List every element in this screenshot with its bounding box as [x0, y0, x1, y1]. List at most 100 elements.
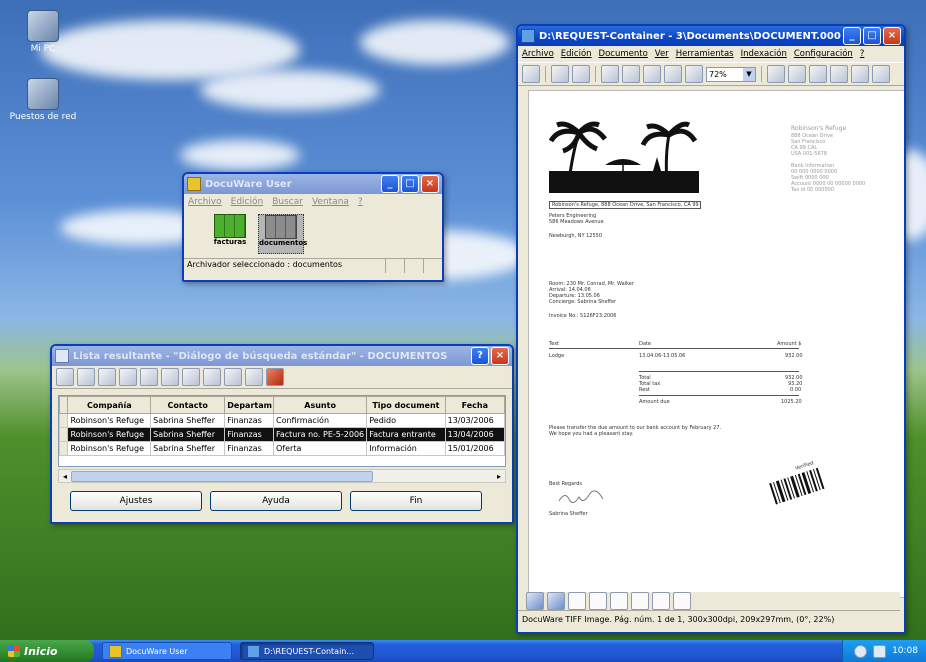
column-header[interactable]: Asunto	[272, 396, 368, 414]
menubar: Archivo Edición Documento Ver Herramient…	[518, 46, 904, 62]
column-header[interactable]: Contacto	[150, 396, 226, 414]
minimize-button[interactable]: _	[843, 27, 861, 45]
row-selector[interactable]	[58, 441, 69, 456]
fit-width-icon[interactable]	[664, 65, 682, 83]
column-header[interactable]: Tipo document	[366, 396, 446, 414]
pencil-icon[interactable]	[119, 368, 137, 386]
close-button[interactable]: ×	[491, 347, 509, 365]
menu-archivo[interactable]: Archivo	[522, 49, 554, 59]
zoom-in-icon[interactable]	[601, 65, 619, 83]
export-icon[interactable]	[140, 368, 158, 386]
print-icon[interactable]	[872, 65, 890, 83]
print-icon[interactable]	[98, 368, 116, 386]
rotate-left-icon[interactable]	[767, 65, 785, 83]
fit-page-icon[interactable]	[643, 65, 661, 83]
menu-documento[interactable]: Documento	[599, 49, 648, 59]
cell: Sabrina Sheffer	[150, 427, 226, 442]
page-icon[interactable]	[568, 592, 586, 610]
maximize-button[interactable]: □	[863, 27, 881, 45]
row-selector[interactable]	[58, 413, 69, 428]
rotate-right-icon[interactable]	[788, 65, 806, 83]
document-page[interactable]: Robinson's Refuge, 888 Ocean Drive, San …	[528, 90, 904, 598]
letterhead-line: USA 001-5678	[791, 151, 828, 157]
menu-buscar[interactable]: Buscar	[272, 197, 303, 207]
scroll-thumb[interactable]	[71, 470, 373, 482]
close-button[interactable]: ×	[421, 175, 439, 193]
open-folder-icon[interactable]	[522, 65, 540, 83]
row-selector[interactable]	[58, 427, 69, 442]
edit-index-icon[interactable]	[161, 368, 179, 386]
column-header[interactable]: Compañía	[67, 396, 152, 414]
menu-ver[interactable]: Ver	[655, 49, 669, 59]
page-icon[interactable]	[610, 592, 628, 610]
last-icon[interactable]	[224, 368, 242, 386]
settings-button[interactable]: Ajustes	[70, 491, 202, 511]
cell: Oferta	[272, 441, 368, 456]
zoom-select[interactable]: 72% ▼	[706, 66, 756, 82]
desktop-icon-my-computer[interactable]: Mi PC	[8, 10, 78, 54]
view-document-icon[interactable]	[77, 368, 95, 386]
chevron-down-icon[interactable]: ▼	[743, 67, 755, 81]
page-icon[interactable]	[673, 592, 691, 610]
table-row-text: Lodge	[549, 353, 565, 359]
page-icon[interactable]	[589, 592, 607, 610]
menu-help[interactable]: ?	[358, 197, 363, 207]
table-row[interactable]: Robinson's Refuge Sabrina Sheffer Finanz…	[58, 441, 506, 456]
info-icon[interactable]	[182, 368, 200, 386]
scroll-right-icon[interactable]: ▸	[493, 472, 505, 481]
start-button[interactable]: Inicio	[0, 640, 94, 662]
first-icon[interactable]	[203, 368, 221, 386]
menu-indexacion[interactable]: Indexación	[741, 49, 787, 59]
help-button[interactable]: Ayuda	[210, 491, 342, 511]
table-row-selected[interactable]: Robinson's Refuge Sabrina Sheffer Finanz…	[58, 427, 506, 442]
first-page-icon[interactable]	[526, 592, 544, 610]
clock[interactable]: 10:08	[892, 646, 918, 656]
menu-configuracion[interactable]: Configuración	[794, 49, 853, 59]
page-icon[interactable]	[631, 592, 649, 610]
menu-ventana[interactable]: Ventana	[312, 197, 349, 207]
menu-help[interactable]: ?	[860, 49, 865, 59]
menu-edicion[interactable]: Edición	[561, 49, 592, 59]
page-icon[interactable]	[652, 592, 670, 610]
column-header[interactable]: Fecha	[444, 396, 506, 414]
menu-herramientas[interactable]: Herramientas	[676, 49, 734, 59]
titlebar[interactable]: DocuWare User _ □ ×	[184, 174, 442, 194]
minimize-button[interactable]: _	[381, 175, 399, 193]
menu-edicion[interactable]: Edición	[231, 197, 264, 207]
maximize-button[interactable]: □	[401, 175, 419, 193]
task-docuware-user[interactable]: DocuWare User	[102, 642, 232, 660]
cabinet-facturas[interactable]: facturas	[208, 214, 252, 254]
network-tray-icon[interactable]	[873, 644, 887, 658]
menu-archivo[interactable]: Archivo	[188, 197, 222, 207]
help-button[interactable]: ?	[471, 347, 489, 365]
delete-icon[interactable]	[266, 368, 284, 386]
signature	[558, 490, 604, 503]
cell: Pedido	[366, 413, 446, 428]
annotation-icon[interactable]	[551, 65, 569, 83]
table-row[interactable]: Robinson's Refuge Sabrina Sheffer Finanz…	[58, 413, 506, 428]
properties-icon[interactable]	[851, 65, 869, 83]
end-button[interactable]: Fin	[350, 491, 482, 511]
highlight-icon[interactable]	[809, 65, 827, 83]
binoculars-icon[interactable]	[56, 368, 74, 386]
cell: Factura entrante	[366, 427, 446, 442]
last-page-icon[interactable]	[547, 592, 565, 610]
column-header[interactable]: Departam	[224, 396, 274, 414]
scroll-left-icon[interactable]: ◂	[59, 472, 71, 481]
help-tray-icon[interactable]	[854, 644, 868, 658]
cabinet-documentos[interactable]: documentos	[258, 214, 307, 254]
cell: Robinson's Refuge	[67, 427, 152, 442]
horizontal-scrollbar[interactable]: ◂ ▸	[58, 469, 506, 483]
print-list-icon[interactable]	[245, 368, 263, 386]
text-icon[interactable]	[830, 65, 848, 83]
stamp-icon[interactable]	[572, 65, 590, 83]
fit-height-icon[interactable]	[685, 65, 703, 83]
titlebar[interactable]: Lista resultante - "Diálogo de búsqueda …	[52, 346, 512, 366]
recipient-line-4: Newburgh, NY 12550	[549, 233, 603, 239]
desktop-icon-network[interactable]: Puestos de red	[8, 78, 78, 122]
close-button[interactable]: ×	[883, 27, 901, 45]
titlebar[interactable]: D:\REQUEST-Container - 3\Documents\DOCUM…	[518, 26, 904, 46]
task-viewer[interactable]: D:\REQUEST-Contain...	[240, 642, 374, 660]
network-places-icon	[27, 78, 59, 110]
zoom-out-icon[interactable]	[622, 65, 640, 83]
